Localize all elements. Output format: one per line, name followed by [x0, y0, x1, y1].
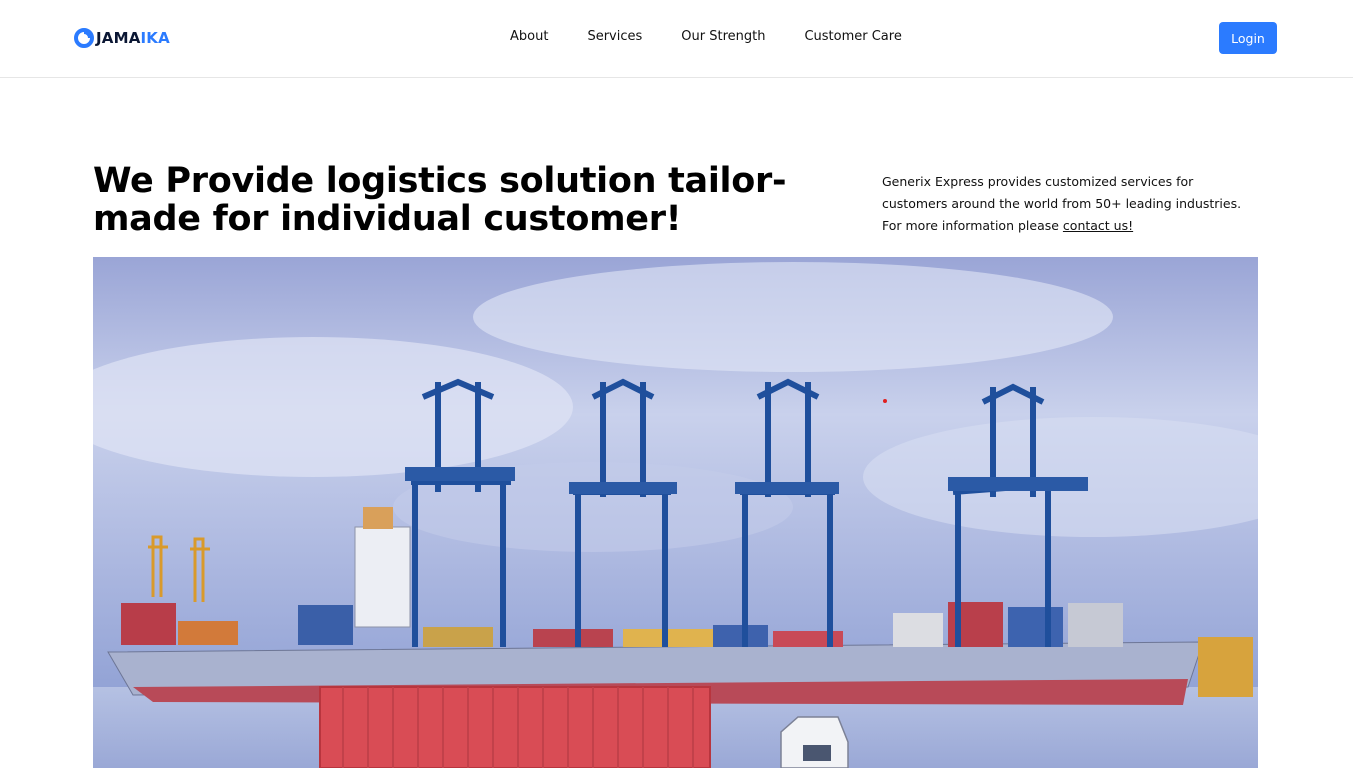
nav-item-customer-care[interactable]: Customer Care [804, 28, 901, 45]
nav-item-our-strength[interactable]: Our Strength [681, 28, 765, 45]
brand-name-part1: JAMA [96, 29, 141, 47]
nav-item-about[interactable]: About [510, 28, 548, 45]
hero-description: Generix Express provides customized serv… [882, 171, 1262, 237]
contact-us-link[interactable]: contact us! [1063, 218, 1133, 233]
hero-description-text: Generix Express provides customized serv… [882, 174, 1242, 233]
brand-name: JAMAIKA [96, 29, 170, 47]
brand-logo[interactable]: JAMAIKA [74, 28, 170, 48]
login-button[interactable]: Login [1219, 22, 1277, 54]
site-header: JAMAIKA About Services Our Strength Cust… [0, 0, 1353, 78]
brand-name-part2: IKA [140, 29, 170, 47]
nav-item-services[interactable]: Services [587, 28, 642, 45]
port-cranes-cargo-ship-image [93, 257, 1258, 768]
main-nav: About Services Our Strength Customer Car… [510, 28, 902, 45]
hero-headline: We Provide logistics solution tailor-mad… [93, 161, 787, 239]
hero-image-illustration [93, 257, 1258, 768]
circle-logo-icon [74, 28, 94, 48]
